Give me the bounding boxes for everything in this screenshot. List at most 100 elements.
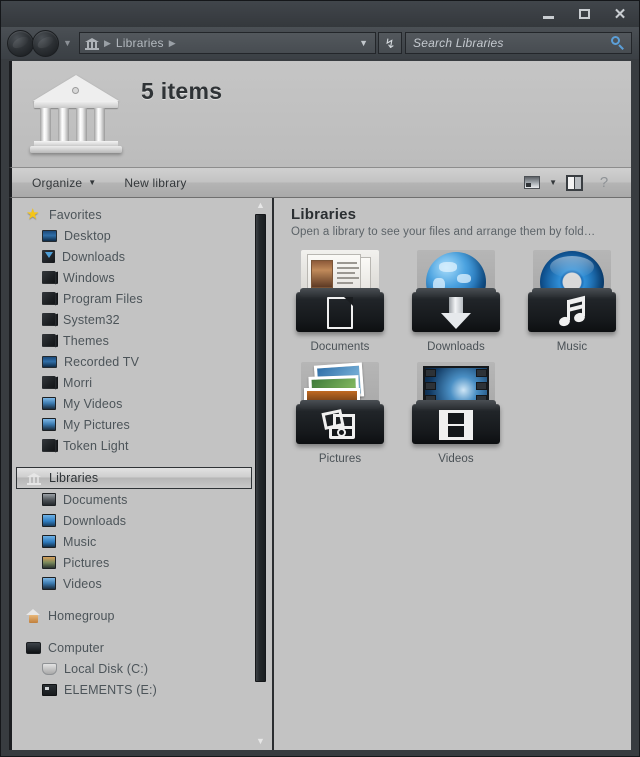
help-button[interactable]: ?	[591, 171, 617, 195]
sidebar-item-label: System32	[63, 312, 120, 327]
view-layout-icon	[524, 176, 541, 189]
new-library-label: New library	[124, 175, 187, 190]
navigation-pane[interactable]: ★ Favorites Desktop Downloads Windows Pr…	[12, 198, 274, 750]
sidebar-item-label: My Pictures	[63, 417, 130, 432]
preview-pane-button[interactable]	[561, 171, 587, 195]
organize-button[interactable]: Organize ▼	[24, 168, 104, 197]
sidebar-item-label: Themes	[63, 333, 110, 348]
library-tile-videos[interactable]: Videos	[398, 362, 514, 465]
scrollbar-thumb[interactable]	[255, 214, 266, 682]
library-tile-documents[interactable]: Documents	[282, 250, 398, 353]
forward-button[interactable]	[32, 30, 59, 57]
help-icon: ?	[599, 174, 609, 191]
search-box[interactable]: Search Libraries	[405, 32, 632, 54]
folder-icon	[42, 439, 56, 452]
sidebar-item-label: Computer	[48, 640, 105, 655]
minimize-button[interactable]	[537, 5, 559, 23]
sidebar-item-homegroup[interactable]: Homegroup	[12, 605, 258, 626]
pictures-folder-icon	[42, 418, 56, 431]
search-input[interactable]: Search Libraries	[413, 36, 504, 50]
sidebar-item-label: Pictures	[63, 555, 110, 570]
title-bar: ✕	[1, 1, 639, 27]
sidebar-item-label: Windows	[63, 270, 115, 285]
search-icon	[611, 36, 625, 50]
sidebar-item-program-files[interactable]: Program Files	[12, 288, 258, 309]
disk-icon	[42, 662, 57, 675]
scroll-down-arrow-icon[interactable]: ▼	[254, 735, 267, 748]
sidebar-item-label: Favorites	[49, 207, 102, 222]
explorer-window: ✕ ▼ ▶ Libraries ▶ ▼ ↯ Search Libraries 5…	[0, 0, 640, 757]
sidebar-item-themes[interactable]: Themes	[12, 330, 258, 351]
sidebar-item-library-videos[interactable]: Videos	[12, 573, 258, 594]
sidebar-item-label: Music	[63, 534, 97, 549]
sidebar-item-recorded-tv[interactable]: Recorded TV	[12, 351, 258, 372]
sidebar-item-morri[interactable]: Morri	[12, 372, 258, 393]
sidebar-item-downloads[interactable]: Downloads	[12, 246, 258, 267]
sidebar-item-label: Documents	[63, 492, 128, 507]
breadcrumb-libraries[interactable]: Libraries	[116, 36, 164, 50]
library-tile-downloads[interactable]: Downloads	[398, 250, 514, 353]
breadcrumb-separator-icon-2[interactable]: ▶	[169, 38, 176, 48]
close-button[interactable]: ✕	[609, 5, 631, 23]
computer-icon	[26, 641, 41, 654]
tile-label: Documents	[310, 341, 370, 353]
pictures-library-icon	[42, 556, 56, 569]
address-bar[interactable]: ▶ Libraries ▶ ▼	[79, 32, 376, 54]
library-tiles: Documents Downloads Music Pictures Video…	[274, 250, 631, 474]
content-header: Libraries Open a library to see your fil…	[274, 198, 631, 238]
sidebar-item-windows[interactable]: Windows	[12, 267, 258, 288]
downloads-library-icon	[42, 514, 56, 527]
sidebar-item-local-disk-c[interactable]: Local Disk (C:)	[12, 658, 258, 679]
maximize-button[interactable]	[573, 5, 595, 23]
refresh-button[interactable]: ↯	[378, 32, 402, 54]
library-building-icon	[30, 71, 122, 157]
sidebar-item-label: Recorded TV	[64, 354, 140, 369]
refresh-icon: ↯	[384, 35, 396, 51]
sidebar-item-token-light[interactable]: Token Light	[12, 435, 258, 456]
command-toolbar: Organize ▼ New library ▼ ?	[9, 167, 631, 198]
sidebar-item-label: Downloads	[62, 249, 126, 264]
library-icon	[27, 472, 42, 485]
sidebar-item-label: Homegroup	[48, 608, 115, 623]
external-drive-icon	[42, 683, 57, 696]
sidebar-item-my-videos[interactable]: My Videos	[12, 393, 258, 414]
library-tile-pictures[interactable]: Pictures	[282, 362, 398, 465]
content-pane[interactable]: Libraries Open a library to see your fil…	[274, 198, 631, 750]
videos-folder-icon	[42, 397, 56, 410]
sidebar-item-library-music[interactable]: Music	[12, 531, 258, 552]
star-icon: ★	[26, 205, 40, 223]
sidebar-item-label: Videos	[63, 576, 102, 591]
documents-library-tile-icon	[292, 250, 388, 338]
sidebar-item-computer[interactable]: Computer	[12, 637, 258, 658]
page-subtitle: Open a library to see your files and arr…	[291, 226, 596, 238]
sidebar-item-library-downloads[interactable]: Downloads	[12, 510, 258, 531]
sidebar-item-libraries[interactable]: Libraries	[16, 467, 252, 489]
chevron-down-icon[interactable]: ▼	[549, 178, 557, 187]
library-tile-music[interactable]: Music	[514, 250, 630, 353]
tile-label: Music	[556, 341, 588, 353]
tv-icon	[42, 355, 57, 368]
sidebar-item-my-pictures[interactable]: My Pictures	[12, 414, 258, 435]
videos-library-icon	[42, 577, 56, 590]
sidebar-item-library-documents[interactable]: Documents	[12, 489, 258, 510]
sidebar-item-system32[interactable]: System32	[12, 309, 258, 330]
scroll-up-arrow-icon[interactable]: ▲	[254, 199, 267, 212]
music-library-tile-icon	[524, 250, 620, 338]
back-button[interactable]	[7, 30, 34, 57]
sidebar-item-elements-e[interactable]: ELEMENTS (E:)	[12, 679, 258, 700]
breadcrumb-separator-icon: ▶	[104, 37, 111, 48]
sidebar-item-label: Desktop	[64, 228, 111, 243]
sidebar-item-label: Local Disk (C:)	[64, 661, 149, 676]
sidebar-item-desktop[interactable]: Desktop	[12, 225, 258, 246]
new-library-button[interactable]: New library	[116, 168, 194, 197]
change-view-button[interactable]	[519, 171, 545, 195]
desktop-icon	[42, 229, 57, 242]
sidebar-item-library-pictures[interactable]: Pictures	[12, 552, 258, 573]
chevron-down-icon[interactable]: ▼	[359, 38, 368, 48]
navigation-bar: ▼ ▶ Libraries ▶ ▼ ↯ Search Libraries	[1, 27, 639, 59]
sidebar-scrollbar[interactable]: ▲ ▼	[253, 198, 268, 750]
sidebar-item-label: Libraries	[49, 471, 99, 485]
organize-label: Organize	[32, 175, 83, 190]
sidebar-item-favorites[interactable]: ★ Favorites	[12, 204, 258, 225]
recent-pages-caret[interactable]: ▼	[63, 39, 72, 48]
